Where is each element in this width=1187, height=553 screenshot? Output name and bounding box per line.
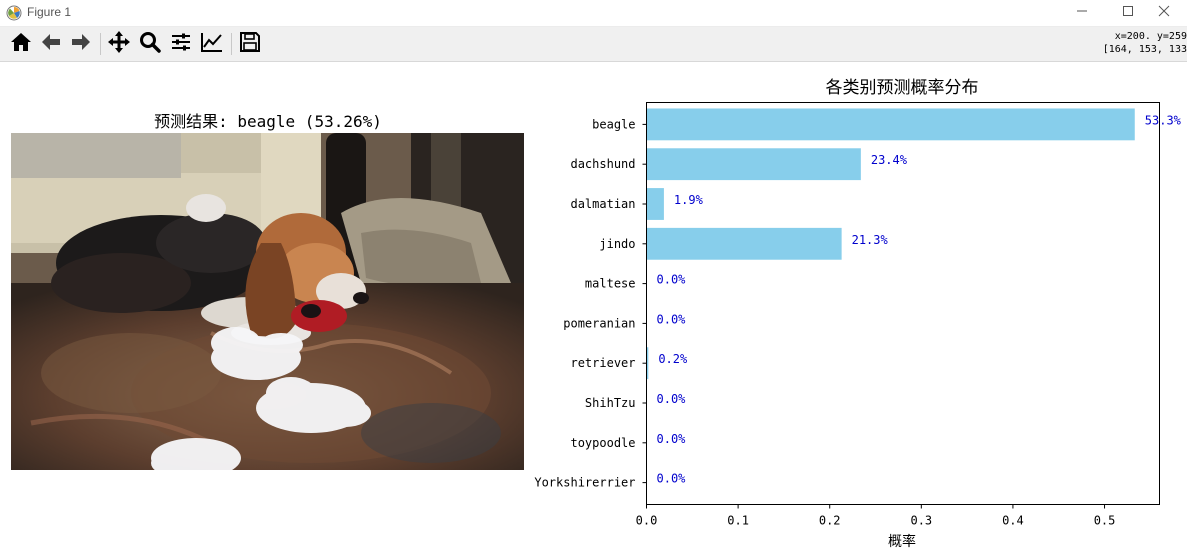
- chart-title: 各类别预测概率分布: [826, 78, 979, 98]
- category-label: ShihTzu: [585, 396, 636, 410]
- back-button[interactable]: [38, 31, 64, 57]
- toolbar-separator: [100, 33, 101, 55]
- navigation-toolbar: x=200. y=259 [164, 153, 133: [0, 27, 1187, 62]
- category-labels-group: beagle dachshund dalmatian jindo maltese pome…: [534, 117, 635, 489]
- figure-canvas[interactable]: 预测结果: beagle (53.26%) 各类别预测概率分布 beagle d…: [0, 62, 1187, 553]
- dog-photo: [11, 133, 524, 470]
- home-icon: [10, 31, 32, 57]
- value-label: 0.2%: [658, 352, 688, 366]
- minimize-icon: [1076, 5, 1088, 21]
- coord-line-1: x=200. y=259: [1114, 31, 1187, 42]
- configure-subplots-icon: [170, 31, 192, 57]
- window-titlebar: Figure 1: [0, 0, 1187, 27]
- category-label: jindo: [599, 237, 635, 251]
- category-label: Yorkshirerrier: [534, 476, 635, 490]
- value-label: 1.9%: [674, 193, 704, 207]
- close-icon: [1158, 5, 1170, 21]
- save-icon: [239, 31, 261, 57]
- bar-dachshund: [646, 148, 861, 181]
- value-label: 21.3%: [852, 233, 889, 247]
- maximize-icon: [1122, 5, 1134, 21]
- category-label: pomeranian: [563, 316, 635, 330]
- forward-button[interactable]: [68, 31, 94, 57]
- value-label: 53.3%: [1145, 113, 1182, 127]
- category-label: retriever: [570, 356, 635, 370]
- bar-jindo: [646, 227, 842, 260]
- x-tick-label: 0.0: [636, 514, 658, 528]
- x-tick-label: 0.2: [819, 514, 841, 528]
- category-label: maltese: [585, 277, 636, 291]
- value-label: 0.0%: [657, 472, 687, 486]
- value-label: 0.0%: [657, 312, 687, 326]
- probability-bar-chart: 各类别预测概率分布 beagle dachshund dalmatian jindo m…: [534, 78, 1182, 550]
- pan-icon: [107, 30, 131, 58]
- edit-axis-button[interactable]: [199, 31, 225, 57]
- value-label: 23.4%: [871, 153, 908, 167]
- edit-axis-icon: [200, 31, 224, 57]
- home-button[interactable]: [8, 31, 34, 57]
- category-label: dachshund: [570, 157, 635, 171]
- x-tick-label: 0.5: [1094, 514, 1116, 528]
- value-label: 0.0%: [657, 432, 687, 446]
- x-axis-label: 概率: [888, 533, 916, 550]
- bar-dalmatian: [646, 188, 664, 220]
- zoom-icon: [139, 31, 161, 57]
- category-label: dalmatian: [570, 197, 635, 211]
- bars-group: [646, 108, 1135, 380]
- x-tick-label: 0.3: [910, 514, 932, 528]
- y-ticks-group: [642, 123, 647, 484]
- pan-button[interactable]: [106, 31, 132, 57]
- x-tick-label: 0.4: [1002, 514, 1024, 528]
- x-ticks-group: 0.0 0.1 0.2 0.3 0.4 0.5: [636, 504, 1116, 528]
- save-button[interactable]: [237, 31, 263, 57]
- category-label: toypoodle: [570, 436, 635, 450]
- image-title: 预测结果: beagle (53.26%): [154, 112, 382, 131]
- value-label: 0.0%: [657, 273, 687, 287]
- back-arrow-icon: [40, 31, 62, 57]
- configure-subplots-button[interactable]: [168, 31, 194, 57]
- minimize-button[interactable]: [1059, 0, 1105, 26]
- bar-beagle: [646, 108, 1135, 141]
- value-label: 0.0%: [657, 392, 687, 406]
- coord-line-2: [164, 153, 133: [1102, 44, 1187, 55]
- close-button[interactable]: [1141, 0, 1187, 26]
- category-label: beagle: [592, 117, 635, 131]
- x-tick-label: 0.1: [727, 514, 749, 528]
- toolbar-separator: [231, 33, 232, 55]
- window-title: Figure 1: [27, 5, 72, 19]
- zoom-button[interactable]: [137, 31, 163, 57]
- cursor-coordinates: x=200. y=259 [164, 153, 133: [1097, 30, 1187, 56]
- matplotlib-app-icon: [6, 5, 22, 21]
- forward-arrow-icon: [70, 31, 92, 57]
